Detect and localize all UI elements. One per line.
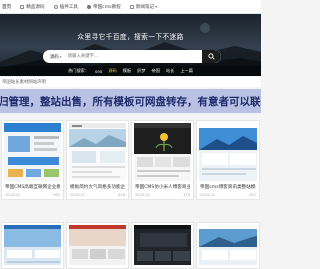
card-title: 帝国cms博客资讯类整站模板 [200,185,256,190]
nav-item-plugins[interactable]: 插件工具 [53,4,78,10]
template-card[interactable]: 帝国CMS仿小米人博客商业美化完整版 2024-01 376 [131,120,194,200]
search-button[interactable] [202,50,221,63]
card-date: 2024-01 [5,193,21,197]
nav-item-label: 插件工具 [59,4,78,10]
card-views: 562 [53,193,60,197]
search-input[interactable] [64,50,202,63]
hot-search-bar: 热门搜索： seo 源码 模板 织梦 帝国 站长 上一篇 [0,66,261,76]
search-bar: 源码 ▾ [43,50,221,63]
template-card[interactable] [1,222,64,269]
card-date: 2024-01 [200,193,216,197]
hot-tag[interactable]: 帝国 [152,68,160,74]
hot-tag[interactable]: 源码 [108,68,116,74]
top-nav: 首页 精品源码 插件工具 帝国cms教程 新闻笔记 ▾ [0,0,261,14]
template-card[interactable] [131,222,194,269]
template-card[interactable]: 帝国CMS高端互联网企业模板 2024-01 562 [1,120,64,200]
template-card[interactable]: 帝国cms博客资讯类整站模板 2024-01 291 [196,120,260,200]
card-title: 模板简约大气风格多功能企业官网源码 [70,185,125,190]
card-thumbnail [69,123,126,181]
card-meta: 2024-01 376 [135,193,190,197]
hot-tag[interactable]: 织梦 [137,68,145,74]
code-icon [20,4,25,9]
card-title: 帝国CMS仿小米人博客商业美化完整版 [135,185,190,190]
nav-item-tutorials[interactable]: 帝国cms教程 [86,4,121,10]
card-views: 376 [183,193,190,197]
hot-tag[interactable]: 站长 [166,68,174,74]
card-thumbnail [4,225,61,265]
nav-item-home[interactable]: 首页 [2,4,11,10]
nav-item-label: 新闻笔记 [135,4,155,10]
card-meta: 2024-01 418 [70,193,125,197]
search-icon [208,53,215,60]
nav-item-label: 精品源码 [26,4,45,10]
hot-tag[interactable]: seo [95,69,102,74]
nav-item-label: 首页 [2,4,12,10]
search-type-label: 源码 [50,54,59,60]
card-thumbnail [69,225,126,265]
template-card[interactable]: 模板简约大气风格多功能企业官网源码 2024-01 418 [66,120,129,200]
search-type-select[interactable]: 源码 ▾ [43,54,65,60]
card-meta: 2024-01 291 [200,193,256,197]
card-date: 2024-01 [70,193,86,197]
card-views: 418 [118,193,125,197]
card-date: 2024-01 [135,193,151,197]
card-title: 帝国CMS高端互联网企业模板 [5,185,60,190]
chevron-down-icon: ▾ [155,4,158,9]
book-icon [86,4,91,9]
site-notice: 帝国站长素材网站声明 [0,77,261,87]
banner-text: 归管理，整站出售，所有模板可网盘转存，有意者可以联系客服 [0,95,261,108]
template-card[interactable] [66,222,129,269]
card-meta: 2024-01 562 [5,193,60,197]
chevron-down-icon: ▾ [59,54,62,59]
template-card[interactable] [196,222,260,269]
note-icon [129,4,134,9]
nav-item-source[interactable]: 精品源码 [20,4,45,10]
card-views: 291 [249,193,256,197]
plugin-icon [53,4,58,9]
hero-title: 众里寻它千百度，搜索一下不迷路 [77,33,184,41]
hot-search-label: 热门搜索： [68,68,90,73]
card-thumbnail [199,225,257,265]
nav-item-label: 帝国cms教程 [92,4,121,10]
hot-tag[interactable]: 上一篇 [180,68,193,74]
card-thumbnail [134,225,191,265]
card-thumbnail [199,123,257,181]
card-thumbnail [4,123,61,181]
announcement-banner: 归管理，整站出售，所有模板可网盘转存，有意者可以联系客服 [0,89,261,113]
nav-item-news[interactable]: 新闻笔记 ▾ [129,4,158,10]
card-thumbnail [134,123,191,181]
hot-tag[interactable]: 模板 [123,68,131,74]
